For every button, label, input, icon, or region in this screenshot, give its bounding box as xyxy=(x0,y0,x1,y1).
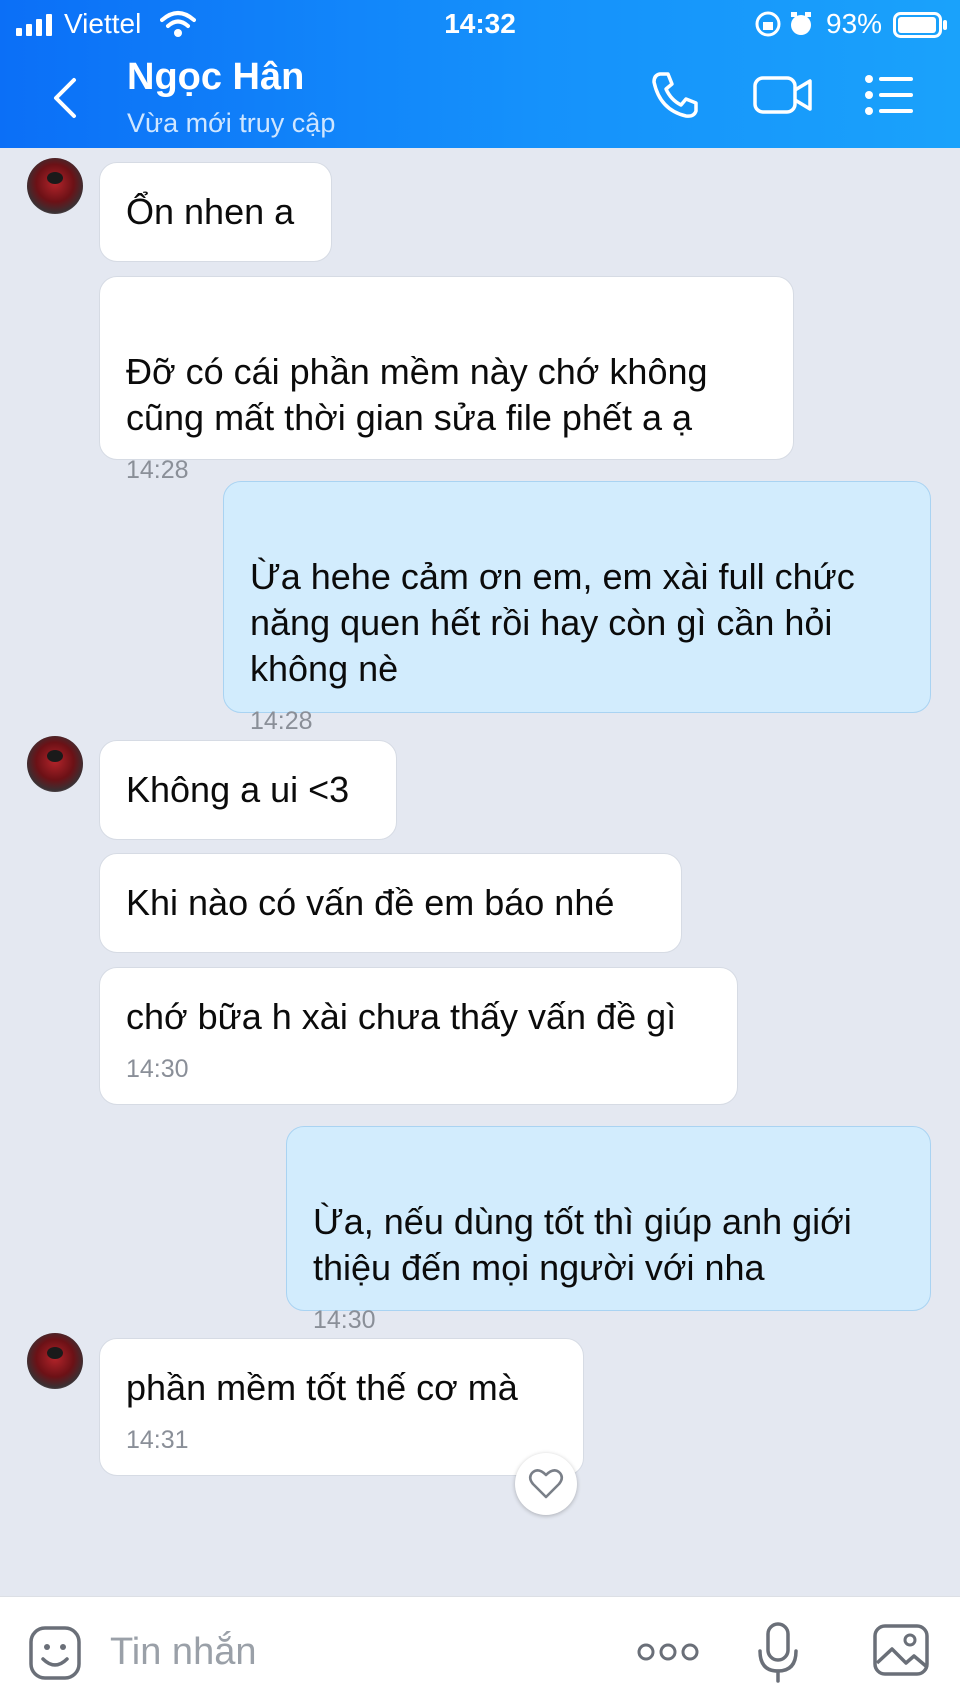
message-input[interactable]: Tin nhắn xyxy=(110,1631,256,1674)
message-timestamp: 14:31 xyxy=(126,1426,189,1454)
image-icon[interactable] xyxy=(872,1623,930,1677)
rotation-lock-alarm-icons xyxy=(755,11,811,37)
message-bubble[interactable]: Ổn nhen a xyxy=(99,162,332,262)
message-bubble[interactable]: chớ bữa h xài chưa thấy vấn đề gì 14:30 xyxy=(99,967,738,1105)
back-icon[interactable] xyxy=(48,76,80,120)
more-icon[interactable] xyxy=(636,1641,700,1663)
message-bubble[interactable]: Không a ui <3 xyxy=(99,740,397,840)
message-text: Không a ui <3 xyxy=(126,769,350,810)
message-bubble[interactable]: phần mềm tốt thế cơ mà 14:31 xyxy=(99,1338,584,1476)
menu-list-icon[interactable] xyxy=(864,68,916,122)
message-timestamp: 14:30 xyxy=(126,1055,189,1083)
message-text: phần mềm tốt thế cơ mà xyxy=(126,1367,518,1408)
status-bar: Viettel 14:32 93% xyxy=(0,0,960,50)
status-time: 14:32 xyxy=(444,8,516,39)
message-composer: Tin nhắn xyxy=(0,1596,960,1708)
contact-name[interactable]: Ngọc Hân xyxy=(127,56,304,99)
message-bubble[interactable]: Đỡ có cái phần mềm này chớ không cũng mấ… xyxy=(99,276,794,484)
video-call-icon[interactable] xyxy=(752,68,814,122)
message-bubble-own[interactable]: Ừa hehe cảm ơn em, em xài full chức năng… xyxy=(223,481,931,735)
message-bubble[interactable]: Khi nào có vấn đề em báo nhé xyxy=(99,853,682,953)
message-text: Ừa hehe cảm ơn em, em xài full chức năng… xyxy=(250,556,855,689)
message-timestamp: 14:30 xyxy=(313,1306,376,1334)
contact-online-status: Vừa mới truy cập xyxy=(127,108,336,138)
battery-percent: 93% xyxy=(826,8,883,39)
chat-header: Viettel 14:32 93% Ngọc Hân Vừa mới truy … xyxy=(0,0,960,148)
react-heart-button[interactable] xyxy=(515,1453,577,1515)
message-text: chớ bữa h xài chưa thấy vấn đề gì xyxy=(126,996,677,1037)
heart-icon xyxy=(528,1469,564,1499)
message-text: Ổn nhen a xyxy=(126,191,295,232)
message-timestamp: 14:28 xyxy=(250,707,313,735)
sticker-icon[interactable] xyxy=(28,1625,82,1683)
message-text: Ừa, nếu dùng tốt thì giúp anh giới thiệu… xyxy=(313,1201,852,1288)
microphone-icon[interactable] xyxy=(756,1621,800,1685)
message-text: Khi nào có vấn đề em báo nhé xyxy=(126,882,615,923)
message-text: Đỡ có cái phần mềm này chớ không cũng mấ… xyxy=(126,351,708,438)
message-bubble-own[interactable]: Ừa, nếu dùng tốt thì giúp anh giới thiệu… xyxy=(286,1126,931,1334)
contact-avatar[interactable] xyxy=(27,158,83,214)
battery-icon xyxy=(893,12,947,38)
phone-icon[interactable] xyxy=(648,68,702,122)
contact-avatar[interactable] xyxy=(27,736,83,792)
contact-avatar[interactable] xyxy=(27,1333,83,1389)
